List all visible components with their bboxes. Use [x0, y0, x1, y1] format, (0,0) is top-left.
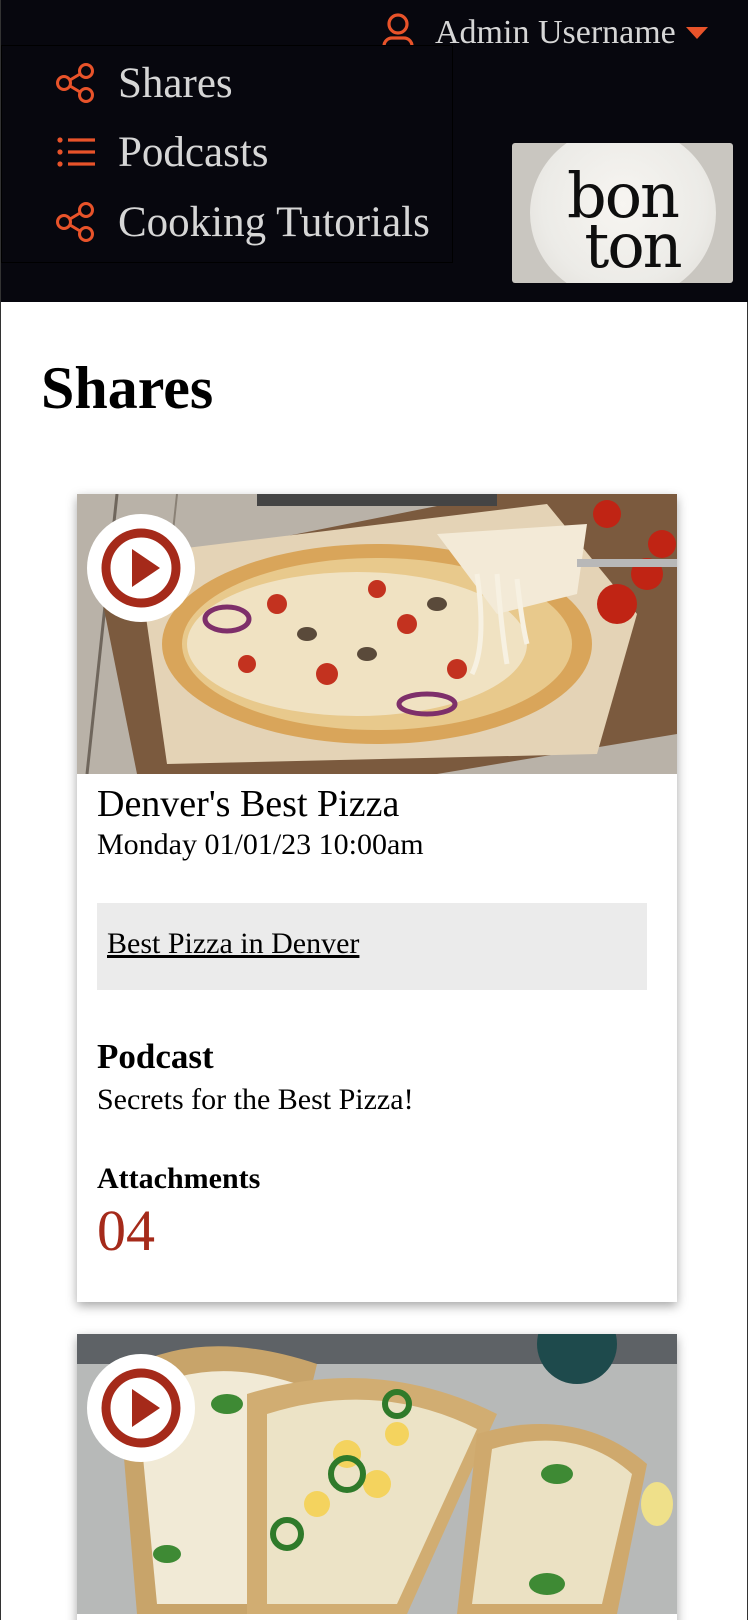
- nav-label-cooking-tutorials: Cooking Tutorials: [118, 198, 430, 246]
- share-icon: [54, 200, 98, 244]
- podcast-heading: Podcast: [97, 1037, 214, 1076]
- nav-label-shares: Shares: [118, 59, 233, 107]
- play-button[interactable]: [87, 1354, 195, 1462]
- attachments-count: 04: [97, 1198, 155, 1263]
- share-link-box: Best Pizza in Denver: [97, 903, 647, 990]
- logo-word-ton: ton: [584, 209, 682, 282]
- top-navbar: Admin Username Shares Podcasts Cooking T…: [1, 0, 748, 302]
- share-title: Denver's Best Pizza: [97, 783, 400, 825]
- tacos-photo: [77, 1334, 677, 1614]
- chevron-down-icon[interactable]: [685, 27, 708, 39]
- podcast-title: Secrets for the Best Pizza!: [97, 1083, 414, 1116]
- brand-logo[interactable]: bon ton: [512, 143, 733, 283]
- user-name: Admin Username: [435, 14, 676, 51]
- share-date: Monday 01/01/23 10:00am: [97, 828, 424, 861]
- nav-item-shares[interactable]: Shares: [54, 58, 233, 108]
- nav-item-podcasts[interactable]: Podcasts: [54, 127, 269, 177]
- play-icon: [101, 1368, 181, 1448]
- page-title: Shares: [41, 355, 214, 421]
- play-icon: [101, 528, 181, 608]
- nav-label-podcasts: Podcasts: [118, 128, 269, 176]
- share-card: [77, 1334, 677, 1620]
- pizza-photo: [77, 494, 677, 774]
- nav-dropdown: Shares Podcasts Cooking Tutorials: [1, 45, 453, 263]
- share-icon: [54, 61, 98, 105]
- nav-item-cooking-tutorials[interactable]: Cooking Tutorials: [54, 197, 430, 247]
- attachments-heading: Attachments: [97, 1162, 261, 1195]
- share-card: Denver's Best Pizza Monday 01/01/23 10:0…: [77, 494, 677, 1302]
- play-button[interactable]: [87, 514, 195, 622]
- share-link[interactable]: Best Pizza in Denver: [107, 927, 359, 961]
- list-icon: [54, 130, 98, 174]
